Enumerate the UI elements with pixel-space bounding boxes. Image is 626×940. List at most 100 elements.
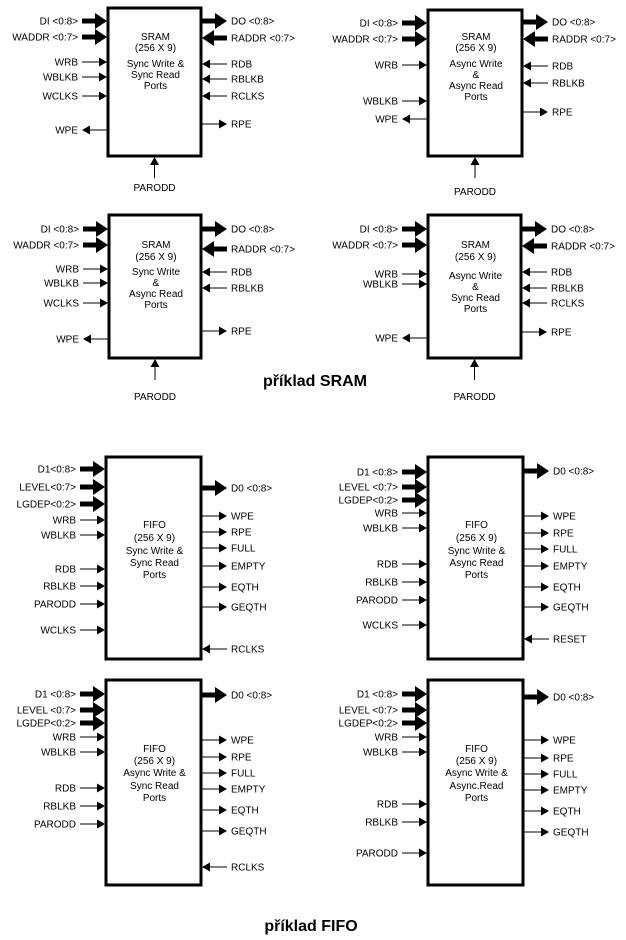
pin-label: WBLKB bbox=[363, 748, 398, 759]
pin-wblkb: WBLKB bbox=[41, 530, 105, 542]
pin-rpe: RPE bbox=[202, 752, 252, 764]
pin-rblkb: RBLKB bbox=[43, 801, 105, 813]
arrow-left-icon bbox=[523, 78, 531, 88]
arrow-right-icon bbox=[219, 582, 227, 592]
arrow-left-icon bbox=[202, 241, 214, 257]
arrow-left-icon bbox=[202, 283, 210, 293]
arrow-right-icon bbox=[219, 735, 227, 745]
pin-label: EQTH bbox=[231, 583, 259, 594]
pin-eqth: EQTH bbox=[524, 582, 581, 594]
block-title-line: (256 X 9) bbox=[456, 756, 497, 767]
arrow-right-icon bbox=[219, 326, 227, 336]
arrow-right-icon bbox=[541, 602, 549, 612]
pin-reset: RESET bbox=[524, 634, 586, 646]
pin-label: D1<0:8> bbox=[38, 465, 77, 476]
pin-label: FULL bbox=[231, 544, 256, 555]
pin-label: RDB bbox=[377, 800, 398, 811]
arrow-right-icon bbox=[97, 581, 105, 591]
pin-rblkb: RBLKB bbox=[523, 78, 585, 90]
pin-do-0-8: DO <0:8> bbox=[202, 221, 275, 237]
pin-wrb: WRB bbox=[56, 264, 108, 276]
pin-label: WRB bbox=[55, 58, 79, 69]
pin-rpe: RPE bbox=[202, 119, 252, 131]
arrow-right-icon bbox=[97, 515, 105, 525]
pin-label: EMPTY bbox=[553, 562, 588, 573]
block-title-line: SRAM bbox=[141, 32, 170, 43]
arrow-right-icon bbox=[541, 528, 549, 538]
pin-label: FULL bbox=[231, 769, 256, 780]
arrow-right-icon bbox=[415, 715, 427, 731]
pin-label: RBLKB bbox=[552, 79, 585, 90]
pin-rclks: RCLKS bbox=[202, 862, 265, 874]
arrow-left-icon bbox=[83, 334, 91, 344]
arrow-right-icon bbox=[219, 527, 227, 537]
block-title-line: Ports bbox=[465, 793, 488, 804]
pin-empty: EMPTY bbox=[202, 784, 266, 796]
arrow-right-icon bbox=[97, 732, 105, 742]
pin-rpe: RPE bbox=[523, 107, 573, 119]
arrow-right-icon bbox=[219, 119, 227, 129]
pin-eqth: EQTH bbox=[202, 582, 259, 594]
block-fifo-async-sync: FIFO(256 X 9)Async Write & Sync ReadPorts… bbox=[17, 678, 272, 887]
arrow-right-icon bbox=[541, 806, 549, 816]
pin-d1-0-8: D1 <0:8> bbox=[357, 686, 427, 702]
pin-geqth: GEQTH bbox=[202, 602, 267, 614]
pin-level-0-7: LEVEL <0:7> bbox=[339, 702, 427, 718]
pin-wpe: WPE bbox=[202, 511, 254, 523]
pin-label: PARODD bbox=[356, 849, 398, 860]
arrow-right-icon bbox=[419, 559, 427, 569]
pin-lgdep-0-2: LGDEP<0:2> bbox=[17, 715, 105, 731]
pin-label: LGDEP<0:2> bbox=[17, 500, 77, 511]
block-title-line: Ports bbox=[144, 300, 167, 311]
arrow-right-icon bbox=[95, 29, 107, 45]
arrow-right-icon bbox=[415, 686, 427, 702]
pin-di-0-8: DI <0:8> bbox=[360, 15, 427, 31]
pin-parodd: PARODD bbox=[133, 157, 176, 194]
pin-label: D1 <0:8> bbox=[357, 690, 398, 701]
arrow-left-icon bbox=[402, 333, 410, 343]
pin-rdb: RDB bbox=[377, 799, 427, 811]
block-title-line: Async Write & bbox=[445, 768, 508, 779]
pin-wpe: WPE bbox=[375, 333, 427, 345]
pin-label: WADDR <0:7> bbox=[332, 241, 398, 252]
pin-label: WPE bbox=[231, 736, 254, 747]
block-sram-async-async: SRAM(256 X 9) Async Write&Async ReadPorts… bbox=[332, 8, 616, 198]
arrow-right-icon bbox=[99, 91, 107, 101]
pin-label: LEVEL <0:7> bbox=[339, 483, 398, 494]
pin-label: RADDR <0:7> bbox=[551, 242, 615, 253]
pin-label: RDB bbox=[551, 268, 572, 279]
arrow-right-icon bbox=[97, 564, 105, 574]
block-title-line: Async Read bbox=[129, 289, 183, 300]
arrow-left-icon bbox=[202, 30, 214, 46]
arrow-right-icon bbox=[219, 602, 227, 612]
pin-label: LGDEP<0:2> bbox=[339, 496, 399, 507]
arrow-right-icon bbox=[419, 747, 427, 757]
pin-label: WBLKB bbox=[363, 524, 398, 535]
pin-waddr-0-7: WADDR <0:7> bbox=[13, 237, 108, 253]
pin-d0-0-8: D0 <0:8> bbox=[202, 480, 272, 496]
pin-label: GEQTH bbox=[553, 603, 589, 614]
pin-label: EQTH bbox=[231, 806, 259, 817]
pin-label: RBLKB bbox=[365, 818, 398, 829]
pin-rdb: RDB bbox=[523, 61, 573, 73]
block-title-line: Ports bbox=[464, 304, 487, 315]
pin-rpe: RPE bbox=[522, 327, 572, 339]
pin-wpe: WPE bbox=[202, 735, 254, 747]
arrow-right-icon bbox=[419, 577, 427, 587]
block-title-line: SRAM bbox=[142, 240, 171, 251]
pin-parodd: PARODD bbox=[454, 157, 496, 198]
pin-empty: EMPTY bbox=[202, 561, 266, 573]
block-title-line: FIFO bbox=[465, 520, 488, 531]
pin-label: D0 <0:8> bbox=[231, 691, 272, 702]
pin-label: WBLKB bbox=[44, 279, 79, 290]
pin-label: WADDR <0:7> bbox=[12, 33, 78, 44]
pin-label: RDB bbox=[231, 60, 252, 71]
pin-label: WPE bbox=[553, 512, 576, 523]
pin-label: PARODD bbox=[34, 600, 76, 611]
arrow-right-icon bbox=[541, 544, 549, 554]
arrow-left-icon bbox=[202, 267, 210, 277]
pin-rblkb: RBLKB bbox=[202, 74, 264, 86]
block-title-line: Sync Read bbox=[131, 70, 180, 81]
block-title-line: (256 X 9) bbox=[135, 252, 176, 263]
pin-rdb: RDB bbox=[202, 59, 252, 71]
